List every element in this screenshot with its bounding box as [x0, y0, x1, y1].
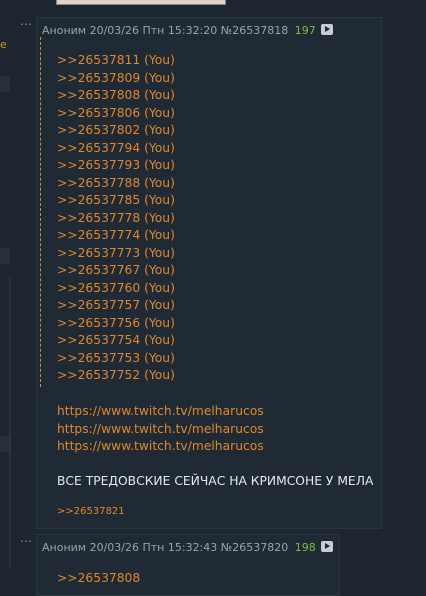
- reply-link[interactable]: >>26537788 (You): [57, 175, 175, 193]
- external-link[interactable]: https://www.twitch.tv/melharucos: [57, 421, 264, 439]
- post-number[interactable]: №26537818: [221, 24, 288, 37]
- reply-link[interactable]: >>26537754 (You): [57, 332, 175, 350]
- external-link[interactable]: https://www.twitch.tv/melharucos: [57, 403, 264, 421]
- post-datetime: 20/03/26 Птн 15:32:20: [89, 24, 218, 37]
- left-panel-block: [0, 248, 10, 264]
- reply-link[interactable]: >>26537773 (You): [57, 245, 175, 263]
- reply-link[interactable]: >>26537809 (You): [57, 70, 175, 88]
- play-icon[interactable]: [321, 24, 334, 35]
- reply-link[interactable]: >>26537802 (You): [57, 122, 175, 140]
- reply-link[interactable]: >>26537774 (You): [57, 227, 175, 245]
- reply-link[interactable]: >>26537752 (You): [57, 367, 175, 385]
- more-dots-icon[interactable]: ⋯: [20, 17, 33, 31]
- reply-link[interactable]: >>26537756 (You): [57, 315, 175, 333]
- reply-link[interactable]: >>26537808: [57, 571, 140, 585]
- link-list: https://www.twitch.tv/melharucos https:/…: [57, 403, 264, 456]
- reply-link[interactable]: >>26537760 (You): [57, 280, 175, 298]
- reply-list: >>26537811 (You) >>26537809 (You) >>2653…: [57, 52, 175, 385]
- external-link[interactable]: https://www.twitch.tv/melharucos: [57, 438, 264, 456]
- left-column-edge: e: [0, 0, 12, 580]
- reply-highlight-line: [40, 37, 41, 387]
- post-count: 197: [294, 24, 316, 37]
- reply-link[interactable]: >>26537811 (You): [57, 52, 175, 70]
- post-header: Аноним 20/03/26 Птн 15:32:20 №26537818 1…: [42, 24, 334, 37]
- post-number[interactable]: №26537820: [221, 541, 288, 554]
- left-cut-text: e: [0, 38, 7, 51]
- reply-link[interactable]: >>26537785 (You): [57, 192, 175, 210]
- play-icon[interactable]: [321, 541, 334, 552]
- more-dots-icon[interactable]: ⋯: [20, 534, 33, 548]
- post-message: ВСЕ ТРЕДОВСКИЕ СЕЙЧАС НА КРИМСОНЕ У МЕЛА: [57, 474, 374, 488]
- reply-link[interactable]: >>26537778 (You): [57, 210, 175, 228]
- reply-link[interactable]: >>26537767 (You): [57, 262, 175, 280]
- post: Аноним 20/03/26 Птн 15:32:43 №26537820 1…: [36, 534, 340, 596]
- reply-link[interactable]: >>26537806 (You): [57, 105, 175, 123]
- post-count: 198: [294, 541, 316, 554]
- post-datetime: 20/03/26 Птн 15:32:43: [89, 541, 218, 554]
- post-header: Аноним 20/03/26 Птн 15:32:43 №26537820 1…: [42, 541, 334, 554]
- left-scroll-track: [9, 278, 11, 568]
- reply-link[interactable]: >>26537808 (You): [57, 87, 175, 105]
- post: Аноним 20/03/26 Птн 15:32:20 №26537818 1…: [36, 17, 382, 529]
- reply-link[interactable]: >>26537793 (You): [57, 157, 175, 175]
- left-panel-block: [0, 76, 10, 92]
- reply-link[interactable]: >>26537794 (You): [57, 140, 175, 158]
- reply-link[interactable]: >>26537757 (You): [57, 297, 175, 315]
- reply-link[interactable]: >>26537753 (You): [57, 350, 175, 368]
- previous-post-image-edge: [56, 0, 226, 5]
- post-author: Аноним: [42, 24, 87, 37]
- post-author: Аноним: [42, 541, 87, 554]
- backref-link[interactable]: >>26537821: [57, 506, 125, 517]
